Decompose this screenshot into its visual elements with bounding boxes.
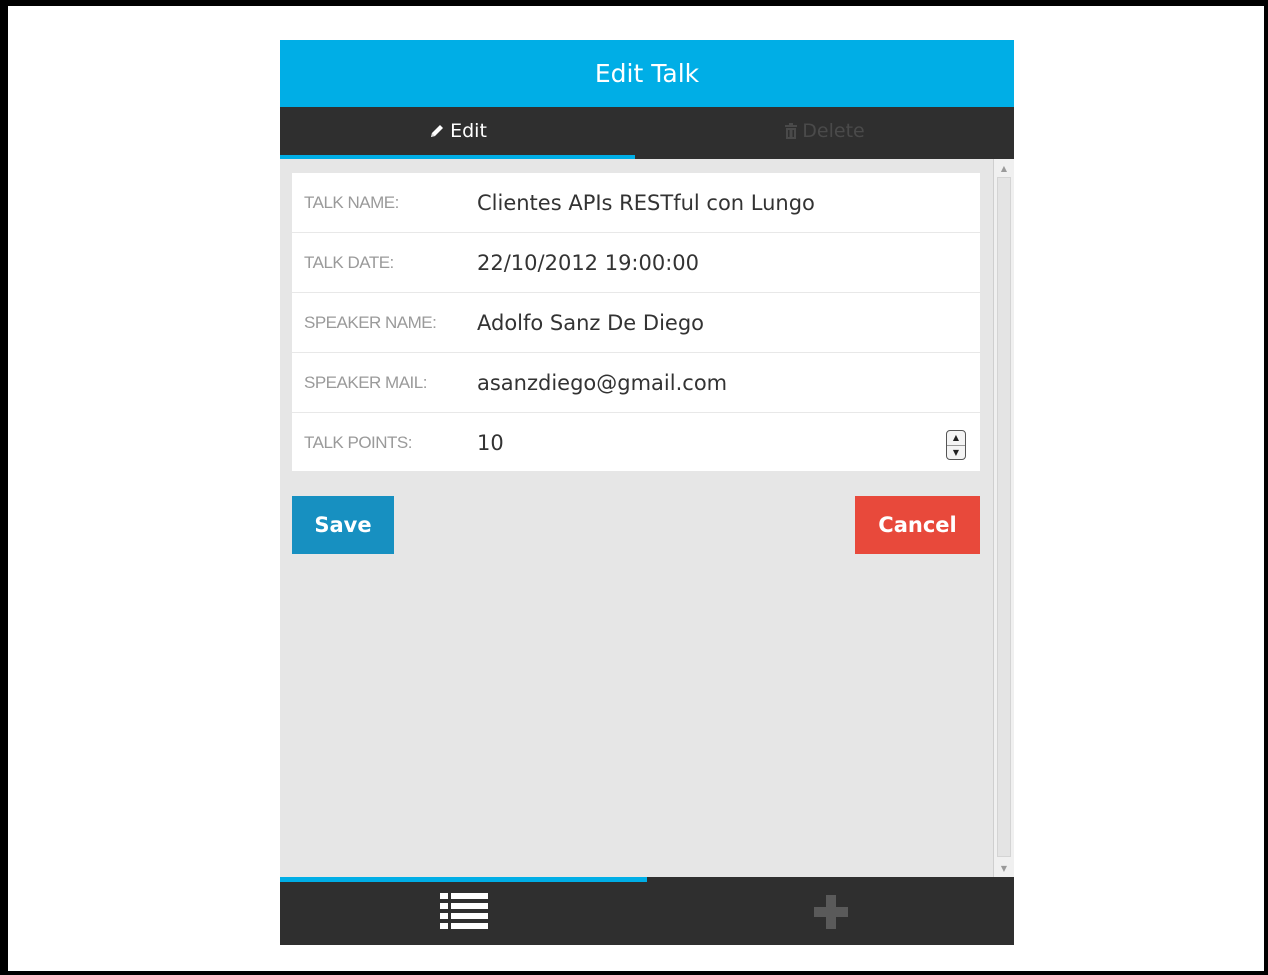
cancel-button[interactable]: Cancel bbox=[855, 496, 980, 554]
scroll-thumb[interactable] bbox=[997, 177, 1011, 857]
talk-date-input[interactable]: 22/10/2012 19:00:00 bbox=[477, 233, 699, 293]
bottom-nav-list[interactable] bbox=[280, 882, 647, 945]
scroll-up-icon[interactable]: ▲ bbox=[997, 161, 1011, 175]
pencil-icon bbox=[428, 122, 446, 140]
talk-name-label: TALK NAME: bbox=[304, 193, 399, 212]
form-row-speaker-mail: SPEAKER MAIL: asanzdiego@gmail.com bbox=[292, 353, 980, 413]
bottom-nav bbox=[280, 877, 1014, 945]
talk-date-label: TALK DATE: bbox=[304, 253, 394, 272]
talk-points-stepper[interactable]: ▲ ▼ bbox=[946, 430, 966, 460]
vertical-scrollbar[interactable]: ▲ ▼ bbox=[993, 159, 1014, 877]
trash-icon bbox=[784, 123, 798, 139]
app-screen: Edit Talk Edit Delete TALK NAME: Cliente… bbox=[280, 40, 1014, 945]
page-title: Edit Talk bbox=[594, 59, 700, 88]
tab-edit-label: Edit bbox=[450, 120, 487, 142]
stepper-up-icon[interactable]: ▲ bbox=[947, 431, 965, 445]
stepper-down-icon[interactable]: ▼ bbox=[947, 444, 965, 460]
app-header: Edit Talk bbox=[280, 40, 1014, 107]
speaker-mail-label: SPEAKER MAIL: bbox=[304, 373, 427, 392]
speaker-name-input[interactable]: Adolfo Sanz De Diego bbox=[477, 293, 704, 353]
window-frame-top bbox=[0, 0, 1268, 6]
speaker-name-label: SPEAKER NAME: bbox=[304, 313, 437, 332]
main-content: TALK NAME: Clientes APIs RESTful con Lun… bbox=[280, 159, 993, 877]
list-icon bbox=[439, 892, 488, 935]
speaker-mail-input[interactable]: asanzdiego@gmail.com bbox=[477, 353, 727, 413]
window-frame-left bbox=[0, 0, 8, 975]
window-frame-right bbox=[1264, 0, 1268, 975]
window-frame-bottom bbox=[0, 971, 1268, 975]
form-row-talk-points: TALK POINTS: 10 ▲ ▼ bbox=[292, 413, 980, 473]
plus-icon bbox=[812, 893, 850, 935]
talk-name-input[interactable]: Clientes APIs RESTful con Lungo bbox=[477, 173, 815, 233]
form-row-talk-date: TALK DATE: 22/10/2012 19:00:00 bbox=[292, 233, 980, 293]
tab-bar: Edit Delete bbox=[280, 107, 1014, 159]
tab-delete[interactable]: Delete bbox=[635, 107, 1014, 159]
form-row-speaker-name: SPEAKER NAME: Adolfo Sanz De Diego bbox=[292, 293, 980, 353]
bottom-nav-add[interactable] bbox=[647, 882, 1014, 945]
save-button[interactable]: Save bbox=[292, 496, 394, 554]
scroll-down-icon[interactable]: ▼ bbox=[997, 861, 1011, 875]
talk-points-input[interactable]: 10 bbox=[477, 413, 504, 473]
edit-talk-form: TALK NAME: Clientes APIs RESTful con Lun… bbox=[292, 173, 980, 471]
tab-delete-label: Delete bbox=[802, 120, 865, 142]
form-row-talk-name: TALK NAME: Clientes APIs RESTful con Lun… bbox=[292, 173, 980, 233]
talk-points-label: TALK POINTS: bbox=[304, 433, 413, 452]
tab-edit[interactable]: Edit bbox=[280, 107, 635, 159]
